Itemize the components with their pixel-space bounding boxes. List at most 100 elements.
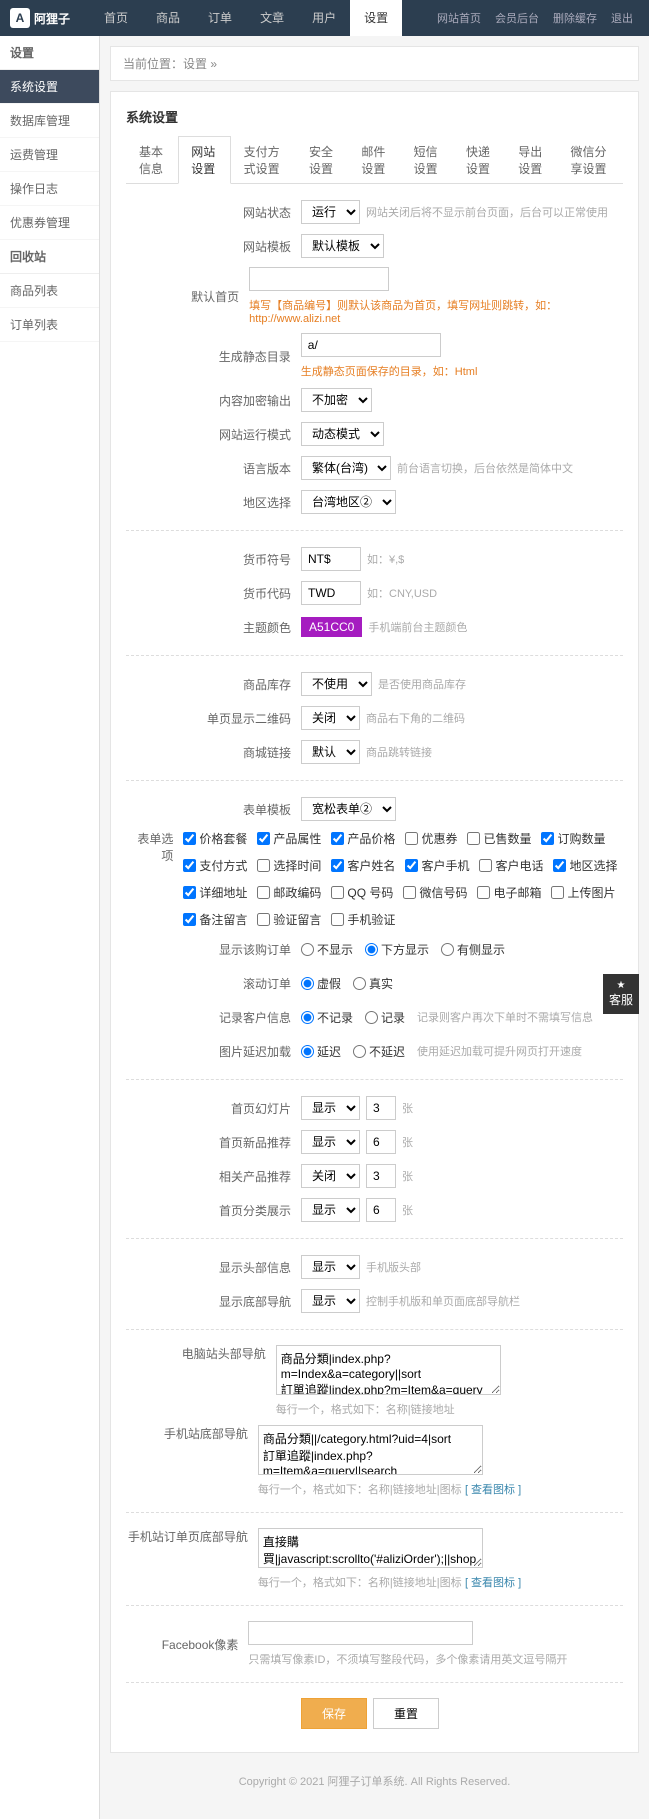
select-site-status[interactable]: 运行 bbox=[301, 200, 360, 224]
unit-new: 张 bbox=[402, 1134, 413, 1150]
check-7[interactable]: 选择时间 bbox=[257, 857, 321, 874]
select-encrypt[interactable]: 不加密 bbox=[301, 388, 372, 412]
check-11[interactable]: 地区选择 bbox=[553, 857, 617, 874]
check-14[interactable]: QQ 号码 bbox=[331, 884, 393, 901]
input-related-num[interactable] bbox=[366, 1164, 396, 1188]
label-run-mode: 网站运行模式 bbox=[126, 426, 301, 443]
link-m-nav-icons[interactable]: [ 查看图标 ] bbox=[465, 1484, 521, 1496]
tab-export[interactable]: 导出设置 bbox=[505, 136, 557, 184]
radio-show-order-1[interactable]: 下方显示 bbox=[365, 941, 429, 958]
sidebar-title-settings: 设置 bbox=[0, 36, 99, 70]
nav-settings[interactable]: 设置 bbox=[350, 0, 402, 36]
input-static-dir[interactable] bbox=[301, 333, 441, 357]
check-1[interactable]: 产品属性 bbox=[257, 830, 321, 847]
sidebar-item-system[interactable]: 系统设置 bbox=[0, 70, 99, 104]
tab-mail[interactable]: 邮件设置 bbox=[348, 136, 400, 184]
select-footer-nav[interactable]: 显示 bbox=[301, 1289, 360, 1313]
tab-express[interactable]: 快递设置 bbox=[453, 136, 505, 184]
select-header-info[interactable]: 显示 bbox=[301, 1255, 360, 1279]
radio-show-order-0[interactable]: 不显示 bbox=[301, 941, 353, 958]
select-form-tpl[interactable]: 宽松表单② bbox=[301, 797, 396, 821]
check-17[interactable]: 上传图片 bbox=[551, 884, 615, 901]
select-new[interactable]: 显示 bbox=[301, 1130, 360, 1154]
check-15[interactable]: 微信号码 bbox=[403, 884, 467, 901]
check-5[interactable]: 订购数量 bbox=[541, 830, 605, 847]
nav-articles[interactable]: 文章 bbox=[246, 0, 298, 36]
sidebar-item-db[interactable]: 数据库管理 bbox=[0, 104, 99, 138]
textarea-m-order-nav[interactable]: 直接購買|javascript:scrollto('#aliziOrder');… bbox=[258, 1528, 483, 1568]
label-static-dir: 生成静态目录 bbox=[126, 348, 301, 365]
check-19[interactable]: 验证留言 bbox=[257, 911, 321, 928]
tab-sms[interactable]: 短信设置 bbox=[401, 136, 453, 184]
check-16[interactable]: 电子邮箱 bbox=[477, 884, 541, 901]
link-cache[interactable]: 删除缓存 bbox=[547, 10, 603, 26]
link-member[interactable]: 会员后台 bbox=[489, 10, 545, 26]
check-6[interactable]: 支付方式 bbox=[183, 857, 247, 874]
radio-scroll-order-1[interactable]: 真实 bbox=[353, 975, 393, 992]
input-currency-code[interactable] bbox=[301, 581, 361, 605]
nav-home[interactable]: 首页 bbox=[90, 0, 142, 36]
logo-icon: A bbox=[10, 8, 30, 28]
input-slide-num[interactable] bbox=[366, 1096, 396, 1120]
input-default-page[interactable] bbox=[249, 267, 389, 291]
link-logout[interactable]: 退出 bbox=[605, 10, 639, 26]
sidebar-item-log[interactable]: 操作日志 bbox=[0, 172, 99, 206]
check-20[interactable]: 手机验证 bbox=[331, 911, 395, 928]
input-currency-symbol[interactable] bbox=[301, 547, 361, 571]
color-swatch[interactable]: A51CC0 bbox=[301, 617, 362, 637]
reset-button[interactable]: 重置 bbox=[373, 1698, 439, 1729]
save-button[interactable]: 保存 bbox=[301, 1698, 367, 1729]
radio-lazy-1[interactable]: 不延迟 bbox=[353, 1043, 405, 1060]
check-18[interactable]: 备注留言 bbox=[183, 911, 247, 928]
select-run-mode[interactable]: 动态模式 bbox=[301, 422, 384, 446]
sidebar-item-coupon[interactable]: 优惠券管理 bbox=[0, 206, 99, 240]
link-m-order-icons[interactable]: [ 查看图标 ] bbox=[465, 1577, 521, 1589]
check-12[interactable]: 详细地址 bbox=[183, 884, 247, 901]
radio-record-1[interactable]: 记录 bbox=[365, 1009, 405, 1026]
nav-goods[interactable]: 商品 bbox=[142, 0, 194, 36]
radio-lazy-0[interactable]: 延迟 bbox=[301, 1043, 341, 1060]
tab-basic[interactable]: 基本信息 bbox=[126, 136, 178, 184]
check-4[interactable]: 已售数量 bbox=[467, 830, 531, 847]
input-cat-num[interactable] bbox=[366, 1198, 396, 1222]
select-site-tpl[interactable]: 默认模板 bbox=[301, 234, 384, 258]
nav-users[interactable]: 用户 bbox=[298, 0, 350, 36]
sidebar-item-ship[interactable]: 运费管理 bbox=[0, 138, 99, 172]
check-2[interactable]: 产品价格 bbox=[331, 830, 395, 847]
input-fb[interactable] bbox=[248, 1621, 473, 1645]
radio-scroll-order-0[interactable]: 虚假 bbox=[301, 975, 341, 992]
textarea-m-nav[interactable]: 商品分類||/category.html?uid=4|sort 訂單追蹤|ind… bbox=[258, 1425, 483, 1475]
tab-pay[interactable]: 支付方式设置 bbox=[231, 136, 296, 184]
tab-site[interactable]: 网站设置 bbox=[178, 136, 230, 184]
check-3[interactable]: 优惠券 bbox=[405, 830, 457, 847]
sidebar-item-goods-list[interactable]: 商品列表 bbox=[0, 274, 99, 308]
sidebar-item-order-list[interactable]: 订单列表 bbox=[0, 308, 99, 342]
select-slide[interactable]: 显示 bbox=[301, 1096, 360, 1120]
tab-wechat[interactable]: 微信分享设置 bbox=[558, 136, 623, 184]
radio-show-order-2[interactable]: 有侧显示 bbox=[441, 941, 505, 958]
tab-security[interactable]: 安全设置 bbox=[296, 136, 348, 184]
select-region[interactable]: 台湾地区② bbox=[301, 490, 396, 514]
radio-record-0[interactable]: 不记录 bbox=[301, 1009, 353, 1026]
label-region: 地区选择 bbox=[126, 494, 301, 511]
select-stock[interactable]: 不使用 bbox=[301, 672, 372, 696]
check-9[interactable]: 客户手机 bbox=[405, 857, 469, 874]
select-related[interactable]: 关闭 bbox=[301, 1164, 360, 1188]
select-qr[interactable]: 关闭 bbox=[301, 706, 360, 730]
select-cat[interactable]: 显示 bbox=[301, 1198, 360, 1222]
link-site[interactable]: 网站首页 bbox=[431, 10, 487, 26]
panel: 系统设置 基本信息 网站设置 支付方式设置 安全设置 邮件设置 短信设置 快递设… bbox=[110, 91, 639, 1753]
check-8[interactable]: 客户姓名 bbox=[331, 857, 395, 874]
check-0[interactable]: 价格套餐 bbox=[183, 830, 247, 847]
label-default-page: 默认首页 bbox=[126, 288, 249, 305]
check-13[interactable]: 邮政编码 bbox=[257, 884, 321, 901]
float-service-button[interactable]: ★客服 bbox=[603, 974, 639, 1014]
nav-orders[interactable]: 订单 bbox=[194, 0, 246, 36]
unit-related: 张 bbox=[402, 1168, 413, 1184]
check-10[interactable]: 客户电话 bbox=[479, 857, 543, 874]
select-lang[interactable]: 繁体(台湾) bbox=[301, 456, 391, 480]
select-mall-link[interactable]: 默认 bbox=[301, 740, 360, 764]
input-new-num[interactable] bbox=[366, 1130, 396, 1154]
textarea-pc-nav[interactable]: 商品分類|index.php?m=Index&a=category||sort … bbox=[276, 1345, 501, 1395]
hint-pc-nav: 每行一个，格式如下：名称|链接地址 bbox=[276, 1401, 455, 1417]
